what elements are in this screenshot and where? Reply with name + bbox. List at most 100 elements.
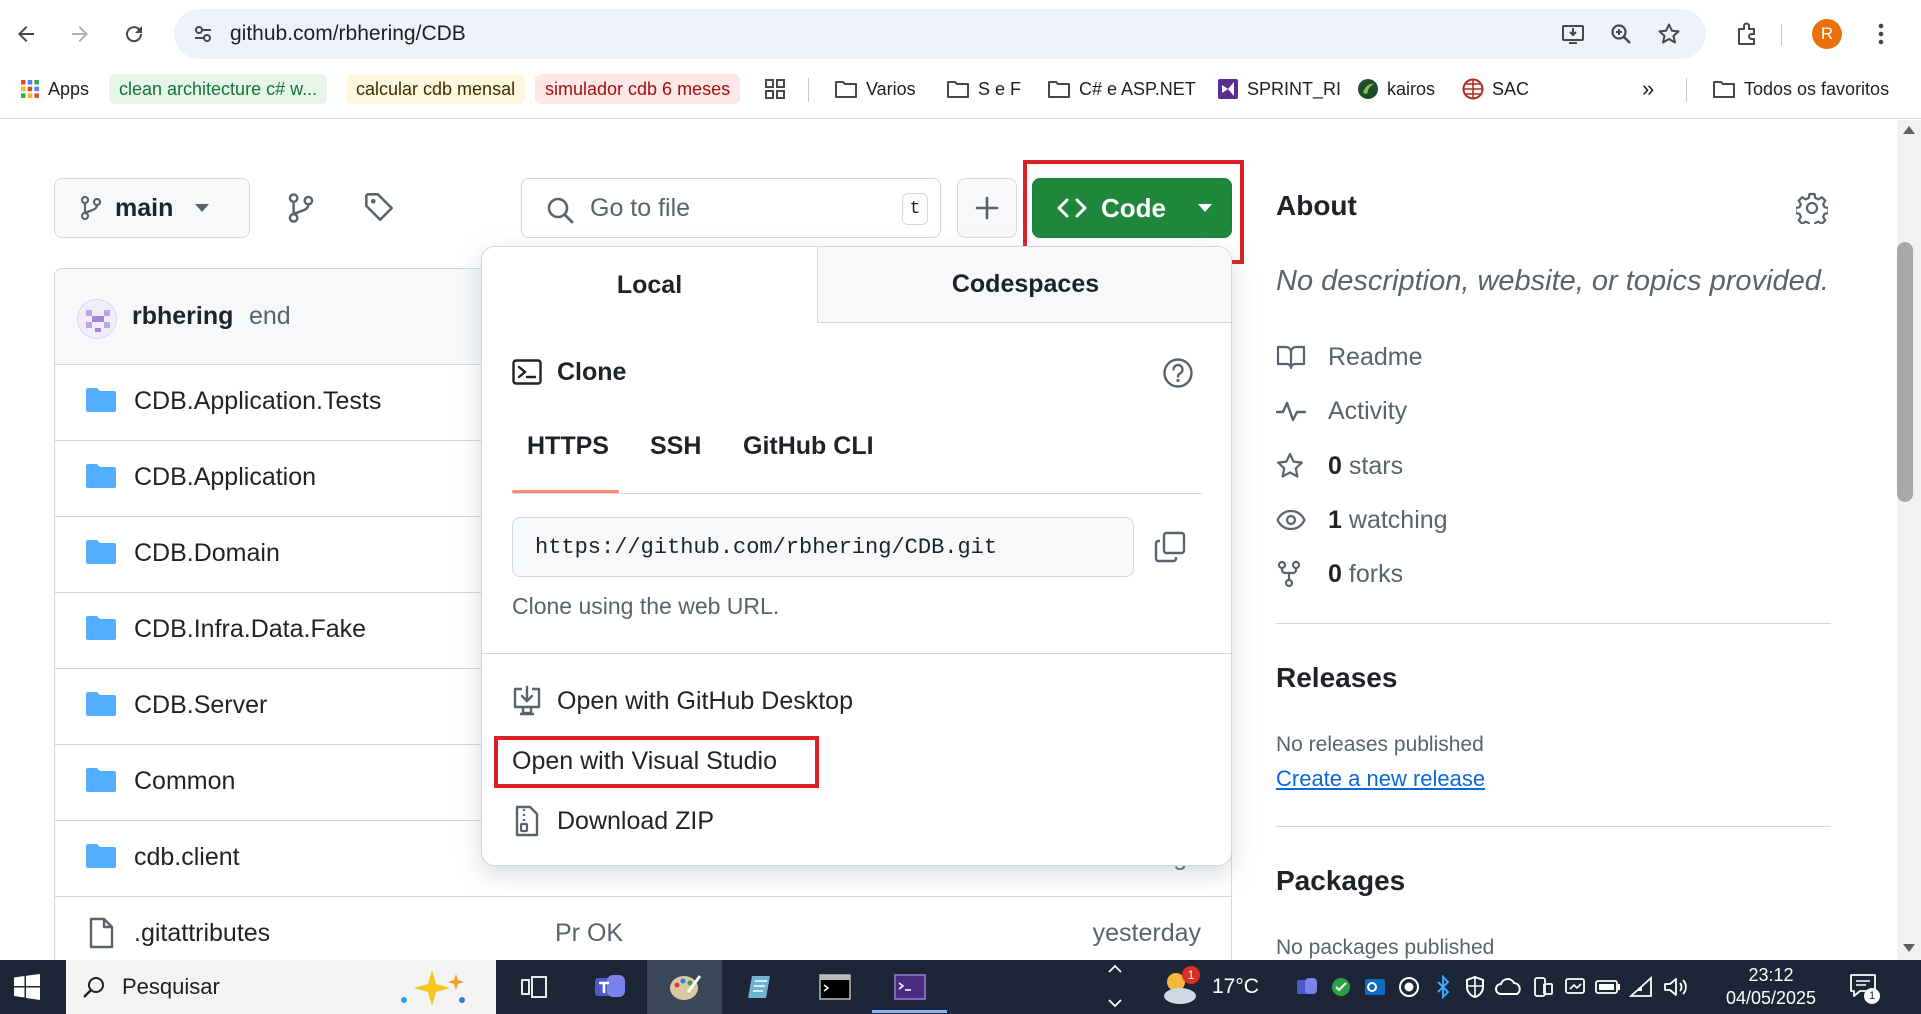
forks-link[interactable]: 0 forks (1276, 554, 1403, 594)
bookmark-folder-csharp[interactable]: C# e ASP.NET (1047, 74, 1196, 104)
forks-label: forks (1348, 559, 1404, 588)
stars-link[interactable]: 0 stars (1276, 446, 1403, 486)
bookmark-folder-sef[interactable]: S e F (946, 74, 1021, 104)
activity-link[interactable]: Activity (1276, 391, 1407, 431)
clone-url-field[interactable]: https://github.com/rbhering/CDB.git (512, 517, 1134, 577)
add-file-button[interactable] (957, 178, 1017, 238)
scrollbar-thumb[interactable] (1897, 242, 1913, 502)
protocol-tab-github-cli[interactable]: GitHub CLI (743, 432, 874, 461)
scroll-down-arrow-icon[interactable] (1903, 944, 1915, 952)
terminal-app-icon[interactable] (797, 960, 872, 1014)
folder-icon (834, 79, 858, 99)
record-tray-icon[interactable] (1396, 974, 1422, 1000)
display-tray-icon[interactable] (1562, 974, 1588, 1000)
bluetooth-icon[interactable] (1430, 974, 1456, 1000)
help-icon[interactable] (1162, 357, 1194, 389)
battery-icon[interactable] (1594, 974, 1622, 1000)
file-commit-message[interactable]: Pr OK (555, 919, 623, 948)
onedrive-icon[interactable] (1494, 974, 1524, 1000)
avatar[interactable] (77, 299, 117, 339)
github-repo-page: main Go to file t Code rbhering end CDB.… (0, 120, 1897, 960)
file-name-link[interactable]: CDB.Application (134, 463, 316, 492)
file-name-link[interactable]: CDB.Infra.Data.Fake (134, 615, 366, 644)
file-name-link[interactable]: .gitattributes (134, 919, 270, 948)
activity-label: Activity (1328, 396, 1408, 425)
branch-selector[interactable]: main (54, 178, 250, 238)
terminal-icon (512, 359, 542, 385)
bookmark-simulador-cdb[interactable]: simulador cdb 6 meses (535, 74, 741, 104)
bookmark-kairos[interactable]: kairos (1357, 74, 1435, 104)
create-release-link[interactable]: Create a new release (1276, 766, 1485, 792)
security-shield-icon[interactable] (1462, 974, 1488, 1000)
watching-link[interactable]: 1 watching (1276, 500, 1448, 540)
vs-terminal-app-icon[interactable] (872, 960, 947, 1014)
gear-icon[interactable] (1796, 192, 1828, 224)
notifications-icon[interactable]: 1 (1848, 972, 1880, 1004)
branches-icon[interactable] (286, 192, 316, 224)
page-scrollbar[interactable] (1897, 120, 1921, 960)
commit-author[interactable]: rbhering (132, 302, 233, 331)
outlook-tray-icon[interactable] (1362, 974, 1388, 1000)
tab-codespaces[interactable]: Codespaces (818, 247, 1231, 323)
taskbar-search[interactable]: Pesquisar (66, 960, 496, 1014)
teams-icon[interactable] (572, 960, 647, 1014)
plus-icon (975, 196, 999, 220)
zoom-icon[interactable] (1606, 19, 1636, 49)
address-bar[interactable]: github.com/rbhering/CDB (174, 9, 1706, 59)
tags-icon[interactable] (364, 192, 394, 222)
file-name-link[interactable]: cdb.client (134, 843, 240, 872)
bookmark-sprint-ri[interactable]: SPRINT_RI (1217, 74, 1341, 104)
bookmark-folder-varios[interactable]: Varios (834, 74, 916, 104)
go-to-file-input[interactable]: Go to file t (521, 178, 941, 238)
taskbar-scroll-down-icon[interactable] (1108, 998, 1122, 1008)
install-app-icon[interactable] (1558, 19, 1588, 49)
table-row[interactable]: .gitattributes Pr OK yesterday (55, 897, 1231, 960)
bookmark-apps[interactable]: Apps (20, 74, 89, 104)
bookmark-folder-all[interactable]: Todos os favoritos (1712, 74, 1889, 104)
phone-link-icon[interactable] (1530, 974, 1556, 1000)
sync-tray-icon[interactable] (1328, 974, 1354, 1000)
windows-start-icon[interactable] (14, 974, 40, 1000)
site-info-icon[interactable] (188, 19, 218, 49)
taskbar-scroll-up-icon[interactable] (1108, 964, 1122, 974)
reload-button[interactable] (114, 14, 154, 54)
packages-title[interactable]: Packages (1276, 865, 1405, 897)
tab-groups-icon[interactable] (764, 74, 786, 104)
bookmark-star-icon[interactable] (1654, 19, 1684, 49)
bookmark-sac[interactable]: SAC (1462, 74, 1529, 104)
browser-menu-icon[interactable] (1861, 14, 1901, 54)
clock[interactable]: 23:12 04/05/2025 (1716, 964, 1826, 1010)
search-icon (546, 196, 574, 224)
protocol-tab-ssh[interactable]: SSH (650, 432, 701, 461)
file-name-link[interactable]: Common (134, 767, 235, 796)
teams-tray-icon[interactable] (1294, 974, 1320, 1000)
profile-avatar[interactable]: R (1812, 19, 1842, 49)
file-name-link[interactable]: CDB.Application.Tests (134, 387, 381, 416)
copy-icon[interactable] (1154, 531, 1186, 563)
paint-icon[interactable] (647, 960, 722, 1014)
protocol-tab-https[interactable]: HTTPS (527, 432, 609, 461)
task-view-icon[interactable] (496, 960, 571, 1014)
bookmark-apps-label: Apps (48, 78, 90, 99)
tab-local[interactable]: Local (482, 247, 818, 323)
back-button[interactable] (6, 14, 46, 54)
star-icon (1276, 452, 1308, 480)
readme-link[interactable]: Readme (1276, 337, 1423, 377)
bookmark-calcular-cdb[interactable]: calcular cdb mensal (346, 74, 526, 104)
extensions-icon[interactable] (1728, 14, 1768, 54)
notes-app-icon[interactable] (723, 960, 798, 1014)
open-with-github-desktop[interactable]: Open with GitHub Desktop (482, 677, 1231, 727)
download-zip[interactable]: Download ZIP (482, 797, 1231, 847)
about-sidebar: About No description, website, or topics… (1276, 120, 1836, 960)
releases-title[interactable]: Releases (1276, 662, 1397, 694)
file-name-link[interactable]: CDB.Server (134, 691, 267, 720)
more-bookmarks-chevron-icon[interactable]: » (1642, 74, 1654, 104)
weather-widget[interactable]: 1 (1160, 966, 1202, 1008)
commit-message[interactable]: end (249, 302, 291, 331)
forward-button[interactable] (60, 14, 100, 54)
volume-icon[interactable] (1662, 974, 1690, 1000)
wifi-icon[interactable] (1628, 974, 1656, 1000)
bookmark-clean-architecture[interactable]: clean architecture c# w... (109, 74, 328, 104)
file-name-link[interactable]: CDB.Domain (134, 539, 280, 568)
scroll-up-arrow-icon[interactable] (1903, 126, 1915, 134)
